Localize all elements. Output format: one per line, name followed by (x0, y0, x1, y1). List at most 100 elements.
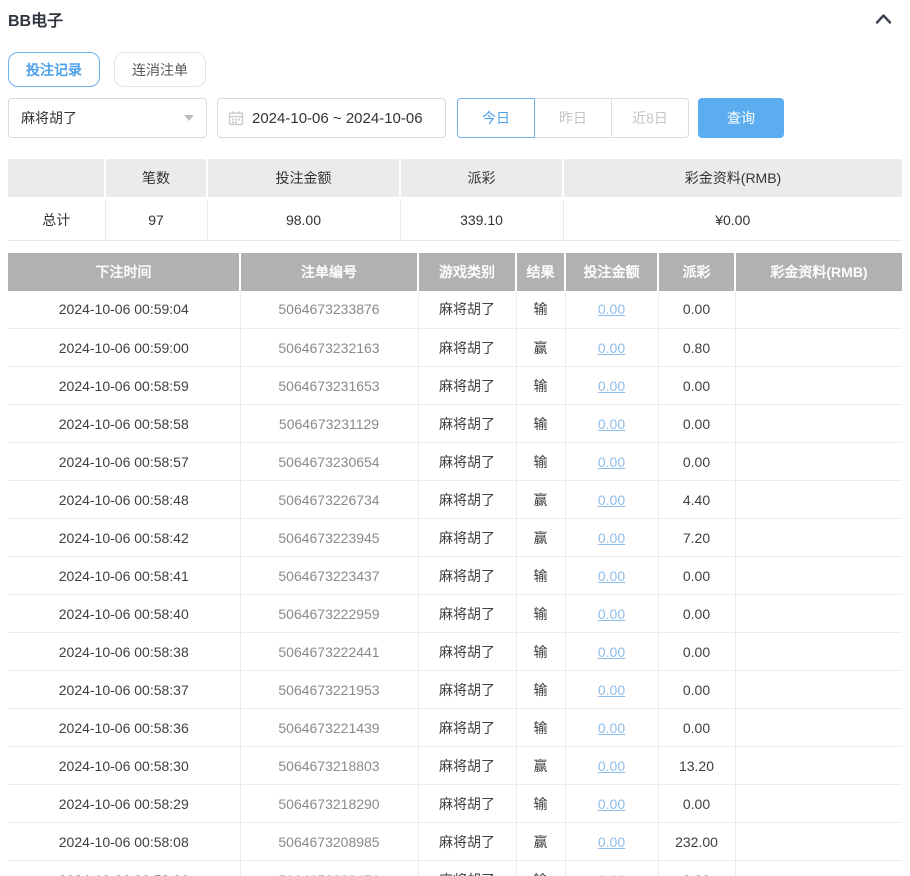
game-select-value: 麻将胡了 (21, 108, 77, 128)
records-header-payout: 派彩 (658, 253, 735, 291)
records-header-result: 结果 (516, 253, 565, 291)
table-row: 2024-10-06 00:59:04 5064673233876 麻将胡了 输… (8, 291, 902, 329)
result-cell: 赢 (516, 747, 565, 785)
bet-amount-cell: 0.00 (565, 861, 658, 876)
order-no-cell: 5064673208476 (240, 861, 418, 876)
order-no-cell: 5064673230654 (240, 443, 418, 481)
jackpot-cell (735, 671, 902, 709)
bet-amount-cell: 0.00 (565, 557, 658, 595)
range-button-last-8-days[interactable]: 近8日 (611, 98, 689, 138)
summary-header-row: 笔数 投注金额 派彩 彩金资料(RMB) (8, 159, 902, 198)
table-row: 2024-10-06 00:58:08 5064673208985 麻将胡了 赢… (8, 823, 902, 861)
bet-amount-link[interactable]: 0.00 (598, 378, 625, 394)
order-no-cell: 5064673218803 (240, 747, 418, 785)
tab-cancelled-bets[interactable]: 连消注单 (114, 52, 206, 87)
table-row: 2024-10-06 00:58:38 5064673222441 麻将胡了 输… (8, 633, 902, 671)
bet-time-cell: 2024-10-06 00:58:38 (8, 633, 240, 671)
game-type-cell: 麻将胡了 (418, 633, 516, 671)
payout-cell: 232.00 (658, 823, 735, 861)
calendar-icon (228, 110, 244, 126)
table-row: 2024-10-06 00:58:48 5064673226734 麻将胡了 赢… (8, 481, 902, 519)
bet-amount-link[interactable]: 0.00 (598, 530, 625, 546)
records-header-jackpot: 彩金资料(RMB) (735, 253, 902, 291)
records-header-row: 下注时间 注单编号 游戏类别 结果 投注金额 派彩 彩金资料(RMB) (8, 253, 902, 291)
records-table: 下注时间 注单编号 游戏类别 结果 投注金额 派彩 彩金资料(RMB) 2024… (8, 253, 902, 876)
records-header-order-no: 注单编号 (240, 253, 418, 291)
bet-amount-link[interactable]: 0.00 (598, 644, 625, 660)
bet-time-cell: 2024-10-06 00:58:59 (8, 367, 240, 405)
result-cell: 输 (516, 633, 565, 671)
bet-amount-link[interactable]: 0.00 (598, 568, 625, 584)
jackpot-cell (735, 291, 902, 329)
game-type-cell: 麻将胡了 (418, 709, 516, 747)
order-no-cell: 5064673218290 (240, 785, 418, 823)
game-type-cell: 麻将胡了 (418, 557, 516, 595)
tab-bet-records[interactable]: 投注记录 (8, 52, 100, 87)
table-row: 2024-10-06 00:58:42 5064673223945 麻将胡了 赢… (8, 519, 902, 557)
payout-cell: 0.00 (658, 367, 735, 405)
date-range-input[interactable]: 2024-10-06 ~ 2024-10-06 (217, 98, 446, 138)
bet-amount-cell: 0.00 (565, 481, 658, 519)
collapse-panel-button[interactable] (875, 12, 892, 26)
result-cell: 输 (516, 785, 565, 823)
payout-cell: 0.00 (658, 861, 735, 876)
result-cell: 输 (516, 709, 565, 747)
bet-amount-cell: 0.00 (565, 405, 658, 443)
payout-cell: 0.00 (658, 291, 735, 329)
game-type-cell: 麻将胡了 (418, 519, 516, 557)
summary-payout-value: 339.10 (400, 198, 563, 240)
jackpot-cell (735, 443, 902, 481)
table-row: 2024-10-06 00:58:41 5064673223437 麻将胡了 输… (8, 557, 902, 595)
table-row: 2024-10-06 00:59:00 5064673232163 麻将胡了 赢… (8, 329, 902, 367)
bet-amount-link[interactable]: 0.00 (598, 340, 625, 356)
jackpot-cell (735, 709, 902, 747)
table-row: 2024-10-06 00:58:06 5064673208476 麻将胡了 输… (8, 861, 902, 876)
payout-cell: 0.00 (658, 671, 735, 709)
payout-cell: 0.00 (658, 595, 735, 633)
bet-amount-link[interactable]: 0.00 (598, 796, 625, 812)
caret-down-icon (184, 115, 194, 121)
range-button-today[interactable]: 今日 (457, 98, 535, 138)
payout-cell: 0.00 (658, 633, 735, 671)
date-range-value: 2024-10-06 ~ 2024-10-06 (252, 110, 423, 127)
order-no-cell: 5064673231129 (240, 405, 418, 443)
game-type-cell: 麻将胡了 (418, 747, 516, 785)
result-cell: 输 (516, 367, 565, 405)
bet-amount-cell: 0.00 (565, 519, 658, 557)
bet-amount-cell: 0.00 (565, 595, 658, 633)
bet-time-cell: 2024-10-06 00:59:00 (8, 329, 240, 367)
bet-amount-link[interactable]: 0.00 (598, 492, 625, 508)
result-cell: 赢 (516, 481, 565, 519)
bet-amount-link[interactable]: 0.00 (598, 606, 625, 622)
records-header-game-type: 游戏类别 (418, 253, 516, 291)
bet-time-cell: 2024-10-06 00:58:42 (8, 519, 240, 557)
tab-bar: 投注记录 连消注单 (8, 52, 902, 87)
query-button[interactable]: 查询 (698, 98, 784, 138)
summary-total-row: 总计 97 98.00 339.10 ¥0.00 (8, 198, 902, 240)
table-row: 2024-10-06 00:58:30 5064673218803 麻将胡了 赢… (8, 747, 902, 785)
summary-count-value: 97 (105, 198, 207, 240)
bet-amount-link[interactable]: 0.00 (598, 301, 625, 317)
jackpot-cell (735, 595, 902, 633)
bet-time-cell: 2024-10-06 00:58:57 (8, 443, 240, 481)
bet-time-cell: 2024-10-06 00:58:40 (8, 595, 240, 633)
records-header-bet-time: 下注时间 (8, 253, 240, 291)
bet-amount-link[interactable]: 0.00 (598, 416, 625, 432)
bet-amount-link[interactable]: 0.00 (598, 454, 625, 470)
game-type-cell: 麻将胡了 (418, 443, 516, 481)
game-select[interactable]: 麻将胡了 (8, 98, 207, 138)
order-no-cell: 5064673223945 (240, 519, 418, 557)
bet-amount-cell: 0.00 (565, 671, 658, 709)
bet-amount-link[interactable]: 0.00 (598, 834, 625, 850)
summary-header-payout: 派彩 (400, 159, 563, 198)
range-button-yesterday[interactable]: 昨日 (534, 98, 612, 138)
bet-amount-link[interactable]: 0.00 (598, 682, 625, 698)
bet-amount-link[interactable]: 0.00 (598, 720, 625, 736)
records-header-bet-amount: 投注金额 (565, 253, 658, 291)
game-type-cell: 麻将胡了 (418, 595, 516, 633)
bet-amount-link[interactable]: 0.00 (598, 872, 625, 876)
result-cell: 赢 (516, 823, 565, 861)
panel-header: BB电子 (8, 8, 902, 30)
summary-header-blank (8, 159, 105, 198)
bet-amount-link[interactable]: 0.00 (598, 758, 625, 774)
